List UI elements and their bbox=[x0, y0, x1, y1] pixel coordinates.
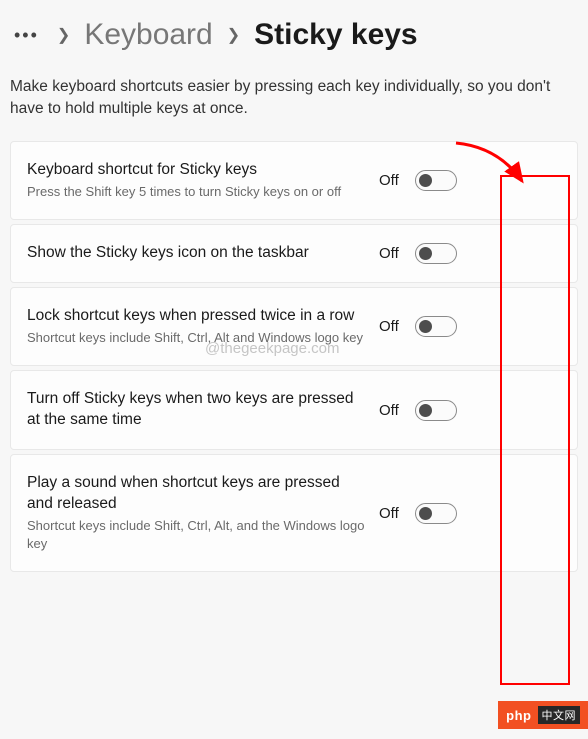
toggle-switch[interactable] bbox=[415, 316, 457, 337]
toggle-switch[interactable] bbox=[415, 400, 457, 421]
chevron-right-icon: ❯ bbox=[57, 25, 70, 45]
setting-lock-shortcut: Lock shortcut keys when pressed twice in… bbox=[10, 287, 578, 366]
chevron-right-icon: ❯ bbox=[227, 25, 240, 45]
toggle-switch[interactable] bbox=[415, 503, 457, 524]
breadcrumb: ••• ❯ Keyboard ❯ Sticky keys bbox=[0, 0, 588, 60]
badge-text: php bbox=[506, 708, 531, 723]
toggle-state-label: Off bbox=[379, 505, 399, 522]
breadcrumb-current: Sticky keys bbox=[254, 18, 417, 52]
badge-cn: 中文网 bbox=[538, 706, 581, 724]
setting-title: Keyboard shortcut for Sticky keys bbox=[27, 160, 367, 181]
setting-play-sound: Play a sound when shortcut keys are pres… bbox=[10, 454, 578, 572]
setting-title: Play a sound when shortcut keys are pres… bbox=[27, 473, 367, 515]
setting-taskbar-icon: Show the Sticky keys icon on the taskbar… bbox=[10, 224, 578, 283]
toggle-state-label: Off bbox=[379, 245, 399, 262]
breadcrumb-parent[interactable]: Keyboard bbox=[84, 18, 212, 52]
setting-turnoff-twokeys: Turn off Sticky keys when two keys are p… bbox=[10, 370, 578, 450]
setting-subtitle: Shortcut keys include Shift, Ctrl, Alt a… bbox=[27, 329, 367, 347]
toggle-state-label: Off bbox=[379, 318, 399, 335]
breadcrumb-more-icon[interactable]: ••• bbox=[10, 25, 43, 46]
toggle-state-label: Off bbox=[379, 402, 399, 419]
toggle-state-label: Off bbox=[379, 172, 399, 189]
toggle-switch[interactable] bbox=[415, 170, 457, 191]
toggle-switch[interactable] bbox=[415, 243, 457, 264]
setting-title: Show the Sticky keys icon on the taskbar bbox=[27, 243, 367, 264]
setting-title: Turn off Sticky keys when two keys are p… bbox=[27, 389, 367, 431]
setting-title: Lock shortcut keys when pressed twice in… bbox=[27, 306, 367, 327]
setting-subtitle: Shortcut keys include Shift, Ctrl, Alt, … bbox=[27, 517, 367, 553]
site-badge: php 中文网 bbox=[498, 701, 588, 729]
setting-shortcut-sticky: Keyboard shortcut for Sticky keys Press … bbox=[10, 141, 578, 220]
page-description: Make keyboard shortcuts easier by pressi… bbox=[0, 60, 588, 141]
settings-list: Keyboard shortcut for Sticky keys Press … bbox=[0, 141, 588, 572]
setting-subtitle: Press the Shift key 5 times to turn Stic… bbox=[27, 183, 367, 201]
